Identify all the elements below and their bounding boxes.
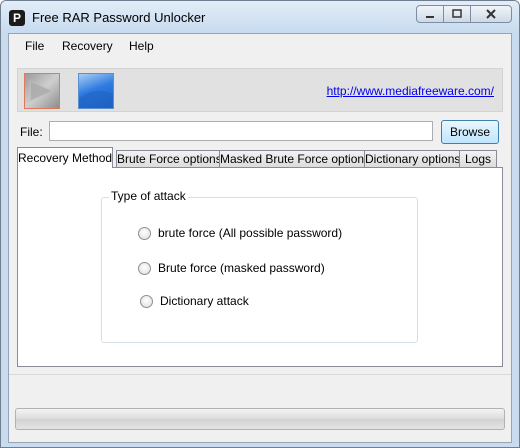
file-path-input[interactable] <box>49 121 433 141</box>
tab-recovery-method[interactable]: Recovery Method <box>17 147 113 168</box>
blue-panel-button[interactable] <box>78 73 114 109</box>
tab-brute-force-options[interactable]: Brute Force options <box>116 150 222 167</box>
radio-dictionary-attack[interactable]: Dictionary attack <box>140 294 249 308</box>
radio-button-icon[interactable] <box>140 294 153 308</box>
radio-brute-force[interactable]: brute force (All possible password) <box>138 226 342 240</box>
status-area <box>9 374 511 442</box>
radio-label: brute force (All possible password) <box>158 226 343 240</box>
radio-button-icon[interactable] <box>138 226 151 240</box>
minimize-icon <box>426 16 434 18</box>
maximize-button[interactable] <box>443 5 471 23</box>
attack-type-title: Type of attack <box>109 189 188 203</box>
menu-file[interactable]: File <box>25 39 44 53</box>
title-bar[interactable]: P Free RAR Password Unlocker <box>1 1 519 33</box>
browse-button[interactable]: Browse <box>441 120 499 144</box>
toolbar: http://www.mediafreeware.com/ <box>17 68 503 112</box>
close-icon <box>486 9 496 19</box>
app-window: P Free RAR Password Unlocker File Recove… <box>0 0 520 448</box>
tab-logs[interactable]: Logs <box>459 150 497 167</box>
minimize-button[interactable] <box>416 5 444 23</box>
tab-masked-brute-force-options[interactable]: Masked Brute Force options <box>219 150 370 167</box>
radio-label: Brute force (masked password) <box>158 261 325 275</box>
caption-buttons <box>416 5 512 23</box>
radio-label: Dictionary attack <box>160 294 249 308</box>
tab-dictionary-options[interactable]: Dictionary options <box>364 150 460 167</box>
website-link[interactable]: http://www.mediafreeware.com/ <box>327 84 494 98</box>
progress-bar <box>15 408 505 430</box>
menu-help[interactable]: Help <box>129 39 154 53</box>
client-area: File Recovery Help http://www.mediafreew… <box>8 33 512 443</box>
close-button[interactable] <box>470 5 512 23</box>
menu-recovery[interactable]: Recovery <box>62 39 113 53</box>
recovery-method-panel: Type of attack brute force (All possible… <box>17 167 503 367</box>
window-title: Free RAR Password Unlocker <box>32 10 206 25</box>
blue-panel-icon <box>79 90 113 108</box>
app-icon: P <box>9 10 25 26</box>
start-recovery-button[interactable] <box>24 73 60 109</box>
radio-masked-brute-force[interactable]: Brute force (masked password) <box>138 261 325 275</box>
file-label: File: <box>20 125 43 139</box>
radio-button-icon[interactable] <box>138 261 151 275</box>
play-icon <box>29 80 55 102</box>
maximize-icon <box>452 9 462 18</box>
menu-bar: File Recovery Help <box>9 34 511 58</box>
